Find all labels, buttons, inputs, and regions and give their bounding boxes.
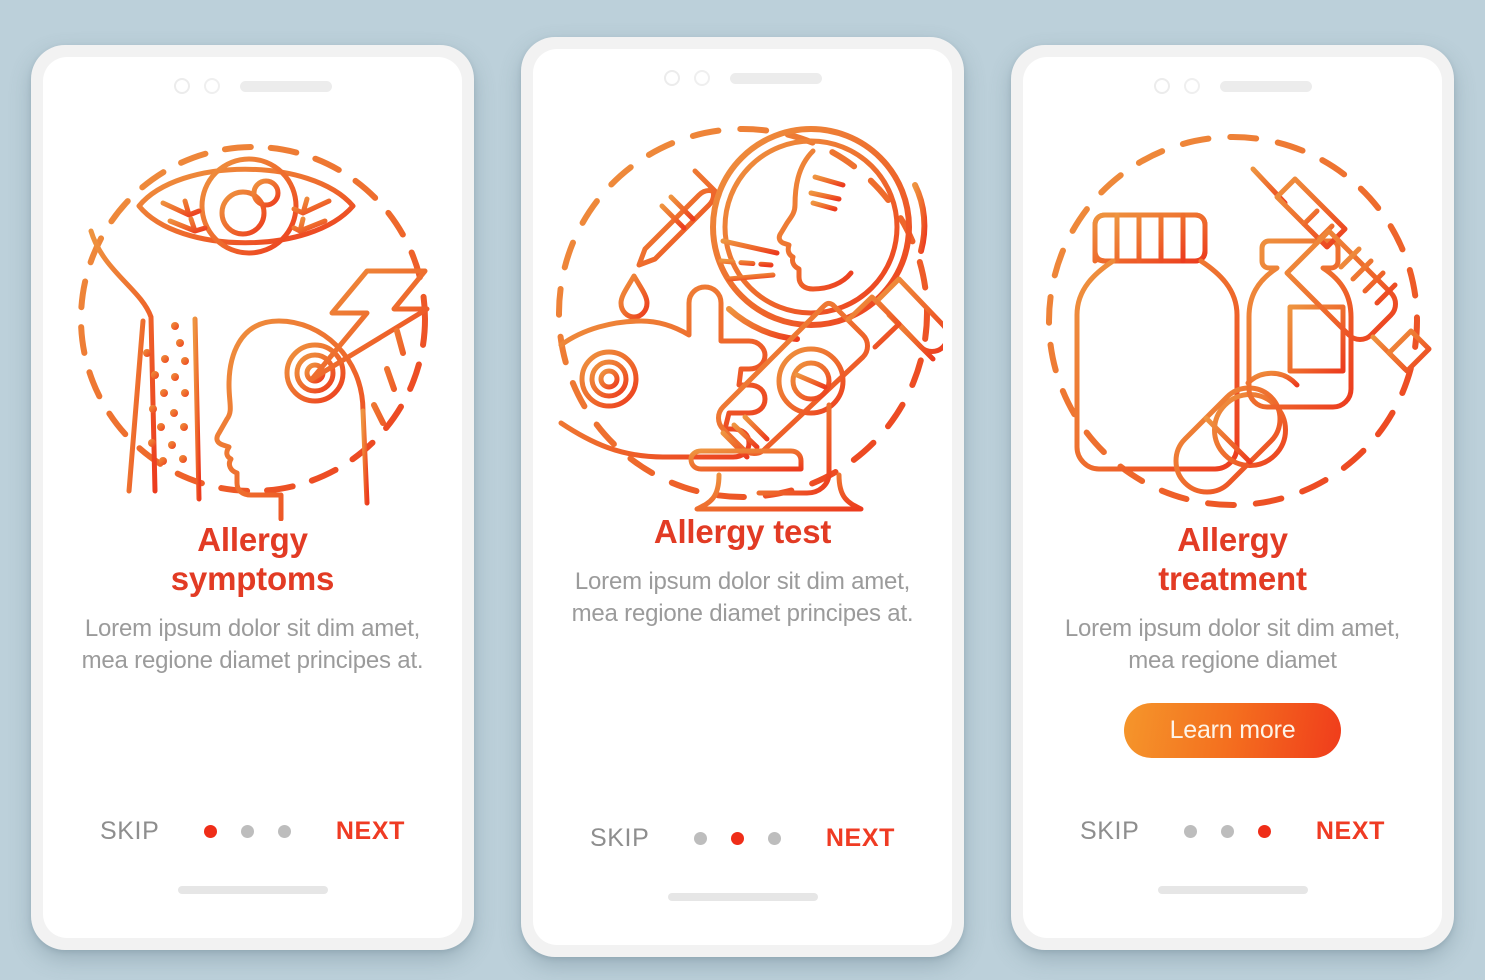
page-title-3-line1: Allergy (1177, 521, 1288, 558)
page-title-3-line2: treatment (1158, 559, 1307, 597)
camera-icon (663, 70, 680, 86)
page-title-3: Allergy treatment (1158, 521, 1307, 599)
phone-frame-2: Allergy test Lorem ipsum dolor sit dim a… (521, 37, 964, 957)
screen-2-content: Allergy test Lorem ipsum dolor sit dim a… (533, 513, 952, 824)
page-title-1-line1: Allergy (197, 521, 308, 558)
sensor-icon (693, 70, 710, 86)
next-button-2[interactable]: NEXT (826, 824, 895, 853)
pagination-dot-1[interactable] (204, 825, 218, 838)
camera-icon (173, 78, 190, 94)
phone-frame-1: Allergy symptoms Lorem ipsum dolor sit d… (31, 45, 474, 950)
screen-1-content: Allergy symptoms Lorem ipsum dolor sit d… (43, 521, 462, 817)
sensor-icon (203, 78, 220, 94)
camera-icon (1153, 78, 1170, 94)
allergy-symptoms-illustration (43, 121, 462, 521)
onboarding-screens-container: Allergy symptoms Lorem ipsum dolor sit d… (0, 0, 1485, 980)
home-indicator-1[interactable] (177, 886, 328, 894)
allergy-treatment-illustration (1023, 121, 1442, 521)
home-indicator-3[interactable] (1157, 886, 1308, 894)
sensor-icon (1183, 78, 1200, 94)
pagination-dot-2[interactable] (1221, 825, 1235, 838)
skip-button-3[interactable]: SKIP (1080, 817, 1139, 846)
onboarding-nav-2: SKIP NEXT (533, 824, 952, 853)
pagination-dot-2[interactable] (241, 825, 255, 838)
page-title-1: Allergy symptoms (170, 521, 335, 599)
speaker-grille (729, 72, 822, 84)
pagination-dots-3 (1184, 825, 1272, 838)
skip-button-2[interactable]: SKIP (590, 824, 649, 853)
next-button-3[interactable]: NEXT (1316, 817, 1385, 846)
phone-notch-bar-2 (533, 49, 952, 107)
home-indicator-2[interactable] (667, 893, 818, 901)
page-title-1-line2: symptoms (170, 559, 335, 597)
pagination-dots-1 (204, 825, 292, 838)
pagination-dots-2 (694, 832, 782, 845)
pagination-dot-3[interactable] (1258, 825, 1272, 838)
page-description-2: Lorem ipsum dolor sit dim amet, mea regi… (571, 567, 914, 627)
pagination-dot-3[interactable] (278, 825, 292, 838)
next-button-1[interactable]: NEXT (336, 817, 405, 846)
pagination-dot-2[interactable] (731, 832, 745, 845)
onboarding-nav-3: SKIP NEXT (1023, 817, 1442, 846)
phone-notch-bar-3 (1023, 57, 1442, 115)
page-description-1: Lorem ipsum dolor sit dim amet, mea regi… (81, 614, 424, 674)
pagination-dot-3[interactable] (768, 832, 782, 845)
screen-allergy-treatment: Allergy treatment Lorem ipsum dolor sit … (1023, 57, 1442, 938)
screen-allergy-test: Allergy test Lorem ipsum dolor sit dim a… (533, 49, 952, 945)
page-title-2-line1: Allergy test (653, 513, 832, 550)
learn-more-button[interactable]: Learn more (1123, 702, 1342, 758)
home-indicator-wrap-2 (533, 853, 952, 945)
speaker-grille (239, 80, 332, 92)
onboarding-nav-1: SKIP NEXT (43, 817, 462, 846)
page-description-3: Lorem ipsum dolor sit dim amet, mea regi… (1064, 614, 1401, 674)
home-indicator-wrap-1 (43, 846, 462, 938)
phone-frame-3: Allergy treatment Lorem ipsum dolor sit … (1011, 45, 1454, 950)
pagination-dot-1[interactable] (694, 832, 708, 845)
home-indicator-wrap-3 (1023, 846, 1442, 938)
speaker-grille (1219, 80, 1312, 92)
screen-allergy-symptoms: Allergy symptoms Lorem ipsum dolor sit d… (43, 57, 462, 938)
phone-notch-bar-1 (43, 57, 462, 115)
pagination-dot-1[interactable] (1184, 825, 1198, 838)
page-title-2: Allergy test (653, 513, 832, 552)
allergy-test-illustration (533, 113, 952, 513)
screen-3-content: Allergy treatment Lorem ipsum dolor sit … (1023, 521, 1442, 817)
skip-button-1[interactable]: SKIP (100, 817, 159, 846)
